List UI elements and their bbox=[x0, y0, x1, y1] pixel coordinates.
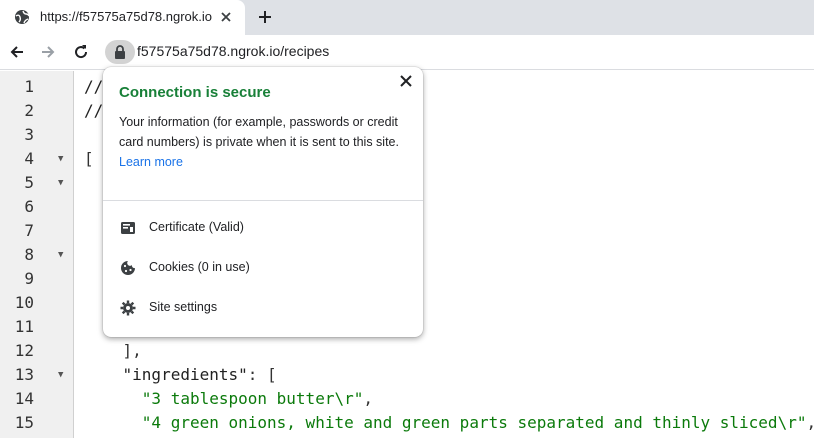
line-number: 5 bbox=[24, 173, 34, 192]
line-number: 8 bbox=[24, 245, 34, 264]
lock-icon bbox=[115, 45, 125, 59]
line-number: 14 bbox=[14, 389, 34, 408]
line-number: 3 bbox=[24, 125, 34, 144]
gear-icon bbox=[120, 300, 136, 316]
address-bar[interactable]: f57575a75d78.ngrok.io/recipes bbox=[137, 43, 329, 59]
code-line: 13 ▼ "ingredients": [ bbox=[0, 363, 814, 387]
tab-title: https://f57575a75d78.ngrok.io bbox=[40, 9, 212, 24]
cookies-item[interactable]: Cookies (0 in use) bbox=[103, 250, 423, 286]
cookie-icon bbox=[121, 261, 135, 275]
code-line: 15 "4 green onions, white and green part… bbox=[0, 411, 814, 435]
code-text: ], bbox=[84, 341, 142, 360]
site-info-popup: Connection is secure Your information (f… bbox=[103, 67, 423, 337]
fold-toggle-icon[interactable]: ▼ bbox=[58, 147, 63, 171]
close-icon[interactable] bbox=[399, 74, 413, 88]
fold-toggle-icon[interactable]: ▼ bbox=[58, 363, 63, 387]
code-line: 12 ], bbox=[0, 339, 814, 363]
close-tab-icon[interactable] bbox=[219, 10, 233, 24]
divider bbox=[103, 200, 423, 201]
line-number: 2 bbox=[24, 101, 34, 120]
tab-strip: https://f57575a75d78.ngrok.io bbox=[0, 0, 814, 35]
code-text: "3 tablespoon butter\r", bbox=[141, 389, 373, 408]
line-number: 10 bbox=[14, 293, 34, 312]
browser-tab[interactable]: https://f57575a75d78.ngrok.io bbox=[0, 0, 245, 35]
connection-secure-title: Connection is secure bbox=[119, 84, 271, 101]
line-number: 12 bbox=[14, 341, 34, 360]
line-number: 13 bbox=[14, 365, 34, 384]
line-number: 15 bbox=[14, 413, 34, 432]
certificate-label: Certificate (Valid) bbox=[149, 220, 244, 234]
line-number: 9 bbox=[24, 269, 34, 288]
fold-toggle-icon[interactable]: ▼ bbox=[58, 171, 63, 195]
forward-arrow-icon[interactable] bbox=[39, 43, 57, 61]
description-text: Your information (for example, passwords… bbox=[119, 115, 399, 149]
code-line: 14 "3 tablespoon butter\r", bbox=[0, 387, 814, 411]
connection-description: Your information (for example, passwords… bbox=[119, 112, 411, 172]
learn-more-link[interactable]: Learn more bbox=[119, 155, 183, 169]
globe-icon bbox=[15, 10, 30, 24]
cookies-label: Cookies (0 in use) bbox=[149, 260, 250, 274]
line-number: 7 bbox=[24, 221, 34, 240]
certificate-icon bbox=[121, 222, 135, 234]
site-settings-label: Site settings bbox=[149, 300, 218, 314]
line-number: 1 bbox=[24, 77, 34, 96]
site-settings-item[interactable]: Site settings bbox=[103, 290, 423, 326]
line-number: 4 bbox=[24, 149, 34, 168]
code-text: "4 green onions, white and green parts s… bbox=[141, 413, 814, 432]
line-number: 11 bbox=[14, 317, 34, 336]
code-text: "ingredients": [ bbox=[122, 365, 277, 384]
code-text: // bbox=[84, 77, 104, 96]
code-text: // bbox=[84, 101, 104, 120]
browser-toolbar: f57575a75d78.ngrok.io/recipes bbox=[0, 35, 814, 70]
fold-toggle-icon[interactable]: ▼ bbox=[58, 243, 63, 267]
site-info-button[interactable] bbox=[105, 40, 135, 64]
certificate-item[interactable]: Certificate (Valid) bbox=[103, 210, 423, 246]
new-tab-icon[interactable] bbox=[256, 8, 274, 26]
line-number: 6 bbox=[24, 197, 34, 216]
back-arrow-icon[interactable] bbox=[8, 43, 26, 61]
code-text: [ bbox=[84, 149, 94, 168]
reload-icon[interactable] bbox=[72, 43, 90, 61]
